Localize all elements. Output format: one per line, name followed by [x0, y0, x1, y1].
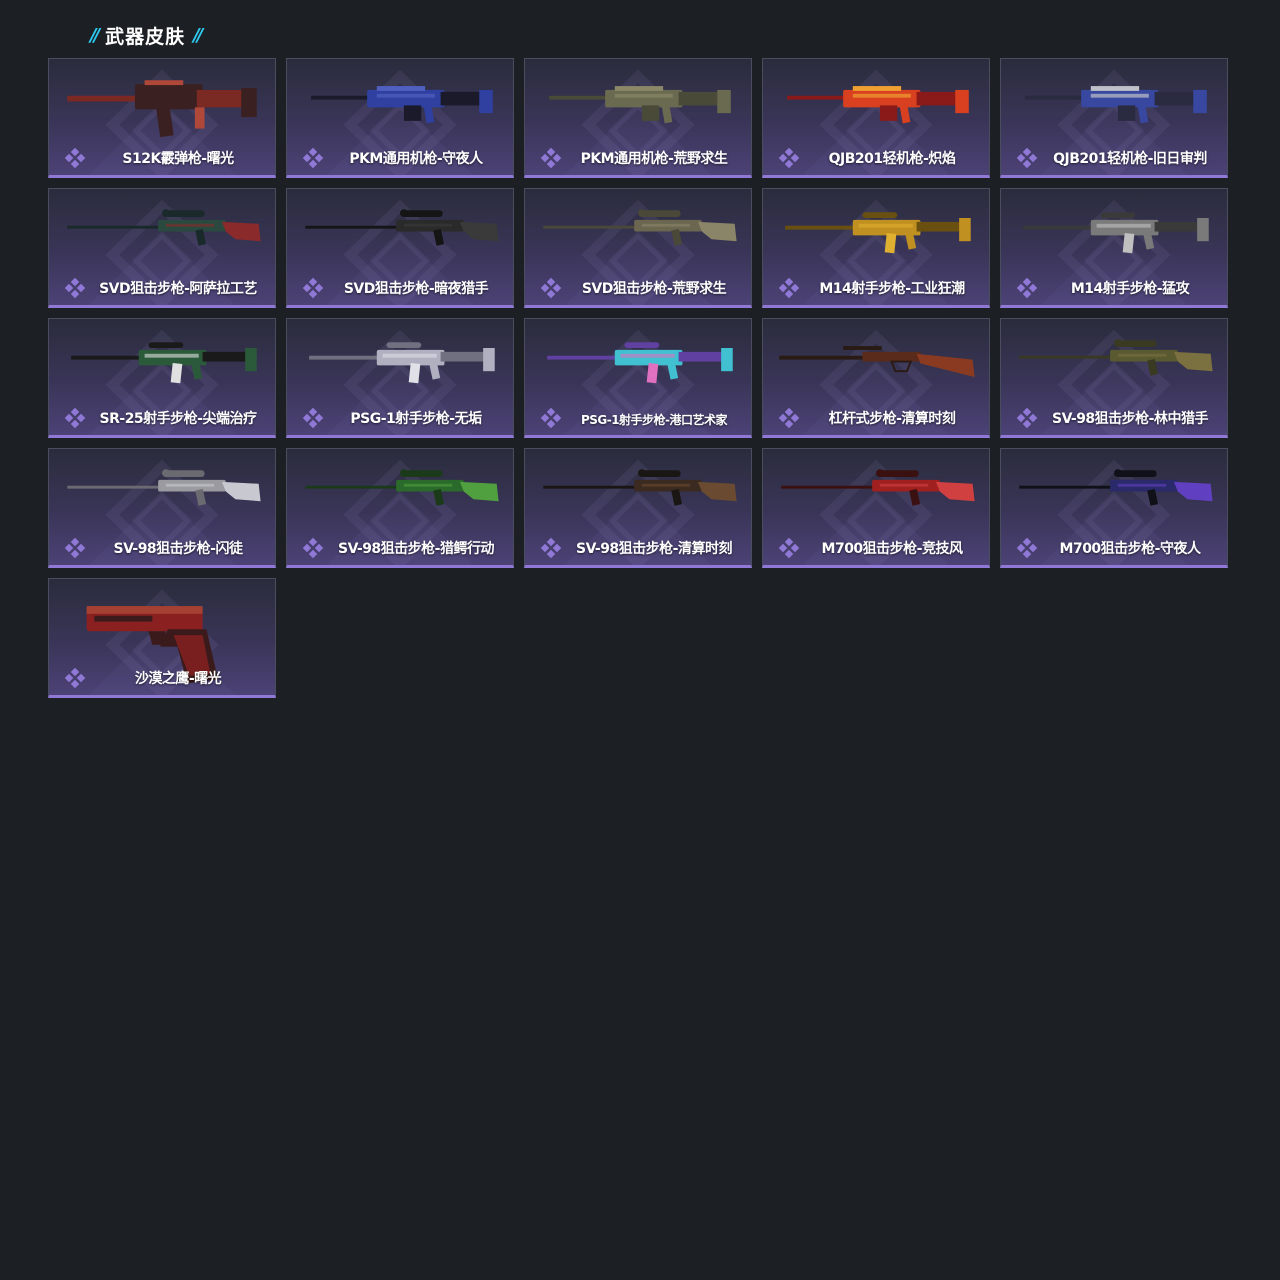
rarity-diamond-icon: [778, 537, 800, 559]
skin-card[interactable]: PKM通用机枪-荒野求生: [524, 58, 752, 178]
section-header: // 武器皮肤 //: [90, 20, 203, 50]
skin-name: S12K霰弹枪-曙光: [122, 151, 234, 167]
section-title: 武器皮肤: [105, 25, 186, 48]
header-slash-right: //: [193, 24, 203, 46]
skin-card[interactable]: SVD狙击步枪-阿萨拉工艺: [48, 188, 276, 308]
skin-name: M14射手步枪-猛攻: [1070, 281, 1190, 297]
skin-card[interactable]: QJB201轻机枪-旧日审判: [1000, 58, 1228, 178]
rarity-diamond-icon: [1016, 407, 1038, 429]
rarity-diamond-icon: [540, 407, 562, 429]
skin-name: SV-98狙击步枪-猎鳄行动: [337, 541, 495, 557]
rarity-diamond-icon: [540, 147, 562, 169]
skin-card[interactable]: 杠杆式步枪-清算时刻: [762, 318, 990, 438]
rarity-diamond-icon: [64, 667, 86, 689]
skin-name: QJB201轻机枪-旧日审判: [1053, 151, 1207, 167]
skin-name: M14射手步枪-工业狂潮: [819, 281, 965, 297]
skin-card[interactable]: PKM通用机枪-守夜人: [286, 58, 514, 178]
skin-card[interactable]: M14射手步枪-工业狂潮: [762, 188, 990, 308]
skin-name: PKM通用机枪-守夜人: [349, 151, 483, 167]
rarity-diamond-icon: [540, 277, 562, 299]
skin-card[interactable]: 沙漠之鹰-曙光: [48, 578, 276, 698]
rarity-diamond-icon: [1016, 277, 1038, 299]
skin-card[interactable]: SV-98狙击步枪-猎鳄行动: [286, 448, 514, 568]
rarity-diamond-icon: [778, 277, 800, 299]
skin-card[interactable]: M700狙击步枪-守夜人: [1000, 448, 1228, 568]
rarity-diamond-icon: [1016, 147, 1038, 169]
skin-card[interactable]: SV-98狙击步枪-闪徒: [48, 448, 276, 568]
skin-name: M700狙击步枪-竞技风: [821, 541, 963, 557]
skin-name: PSG-1射手步枪-港口艺术家: [580, 413, 728, 427]
skin-name: PKM通用机枪-荒野求生: [580, 151, 728, 167]
skin-name: SV-98狙击步枪-林中猎手: [1051, 411, 1209, 427]
rarity-diamond-icon: [64, 277, 86, 299]
skin-name: SVD狙击步枪-荒野求生: [581, 281, 727, 297]
skin-name: PSG-1射手步枪-无垢: [350, 411, 482, 427]
rarity-diamond-icon: [302, 277, 324, 299]
weapon-skins-page: // 武器皮肤 // S12K霰弹枪-曙光 PKM通用机枪-守夜人 PKM通用机…: [0, 0, 1280, 1280]
rarity-diamond-icon: [64, 147, 86, 169]
skin-card[interactable]: SR-25射手步枪-尖端治疗: [48, 318, 276, 438]
rarity-diamond-icon: [302, 537, 324, 559]
skin-card[interactable]: SVD狙击步枪-荒野求生: [524, 188, 752, 308]
skin-name: SV-98狙击步枪-清算时刻: [575, 541, 733, 557]
rarity-diamond-icon: [778, 407, 800, 429]
skin-name: SR-25射手步枪-尖端治疗: [99, 411, 257, 427]
skin-name: M700狙击步枪-守夜人: [1059, 541, 1201, 557]
skin-card[interactable]: SV-98狙击步枪-清算时刻: [524, 448, 752, 568]
skin-card[interactable]: PSG-1射手步枪-无垢: [286, 318, 514, 438]
rarity-diamond-icon: [778, 147, 800, 169]
skin-card[interactable]: QJB201轻机枪-炽焰: [762, 58, 990, 178]
rarity-diamond-icon: [302, 147, 324, 169]
rarity-diamond-icon: [64, 537, 86, 559]
skin-card[interactable]: M700狙击步枪-竞技风: [762, 448, 990, 568]
skin-name: SV-98狙击步枪-闪徒: [113, 541, 243, 557]
rarity-diamond-icon: [1016, 537, 1038, 559]
skin-name: SVD狙击步枪-阿萨拉工艺: [99, 281, 257, 297]
skin-name: 沙漠之鹰-曙光: [134, 671, 222, 687]
skin-name: SVD狙击步枪-暗夜猎手: [343, 281, 489, 297]
skin-card[interactable]: PSG-1射手步枪-港口艺术家: [524, 318, 752, 438]
rarity-diamond-icon: [64, 407, 86, 429]
skin-grid: S12K霰弹枪-曙光 PKM通用机枪-守夜人 PKM通用机枪-荒野求生 QJB2…: [48, 58, 1228, 698]
skin-card[interactable]: M14射手步枪-猛攻: [1000, 188, 1228, 308]
skin-name: 杠杆式步枪-清算时刻: [828, 411, 956, 427]
rarity-diamond-icon: [540, 537, 562, 559]
header-slash-left: //: [90, 24, 100, 46]
skin-card[interactable]: SV-98狙击步枪-林中猎手: [1000, 318, 1228, 438]
rarity-diamond-icon: [302, 407, 324, 429]
skin-card[interactable]: S12K霰弹枪-曙光: [48, 58, 276, 178]
skin-card[interactable]: SVD狙击步枪-暗夜猎手: [286, 188, 514, 308]
skin-name: QJB201轻机枪-炽焰: [828, 151, 956, 167]
